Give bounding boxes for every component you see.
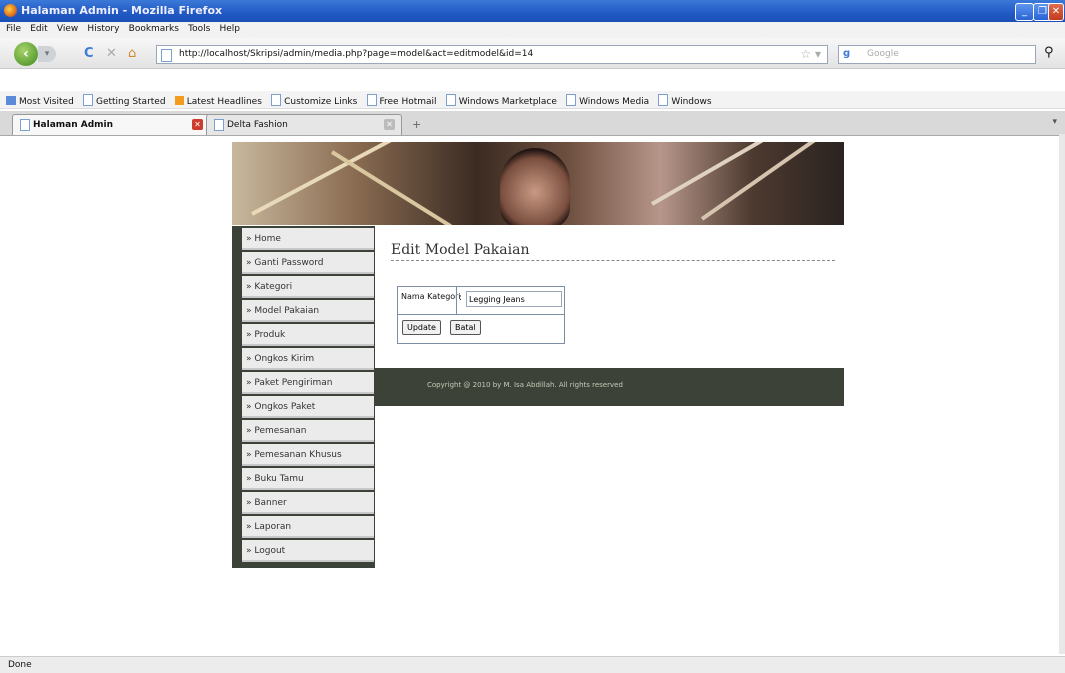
page-icon [366,94,377,106]
sidebar-item-paket-pengiriman[interactable]: » Paket Pengiriman [242,372,374,394]
bookmark-windows-media[interactable]: Windows Media [566,94,649,107]
sidebar-item-home[interactable]: » Home [242,228,374,250]
model-photo [500,148,570,225]
sidebar-item-pemesanan[interactable]: » Pemesanan [242,420,374,442]
cancel-button[interactable]: Batal [450,320,481,335]
close-window-button[interactable]: ✕ [1048,3,1064,21]
page-icon [658,94,669,106]
bookmark-getting-started[interactable]: Getting Started [82,94,166,107]
tab-list-icon[interactable]: ▾ [1052,117,1057,127]
category-name-input[interactable] [466,291,562,307]
table-divider [398,314,564,315]
most-visited-icon [6,96,16,105]
url-text[interactable]: http://localhost/Skripsi/admin/media.php… [179,49,533,59]
back-button[interactable]: ‹ [14,42,38,66]
tab-label: Halaman Admin [33,120,114,130]
tab-bar: Halaman Admin ✕ Delta Fashion ✕ + ▾ [0,111,1065,136]
tab-delta-fashion[interactable]: Delta Fashion ✕ [206,114,402,135]
tab-halaman-admin[interactable]: Halaman Admin ✕ [12,114,210,135]
search-placeholder: Google [867,49,899,59]
close-tab-icon[interactable]: ✕ [384,119,395,130]
bookmarks-toolbar: Most Visited Getting Started Latest Head… [0,91,1065,109]
page-icon [445,94,456,106]
menu-history[interactable]: History [87,24,119,34]
window-titlebar: Halaman Admin - Mozilla Firefox _ ❐ ✕ [0,0,1065,22]
main-content: Edit Model Pakaian Nama Kategori : Updat… [375,226,844,368]
stop-icon[interactable]: ✕ [106,47,117,60]
copyright-text: Copyright @ 2010 by M. Isa Abdillah. All… [427,381,623,389]
admin-sidebar: » Home » Ganti Password » Kategori » Mod… [232,226,375,568]
menu-help[interactable]: Help [219,24,240,34]
menu-file[interactable]: File [6,24,21,34]
status-text: Done [8,660,32,670]
bookmark-windows-marketplace[interactable]: Windows Marketplace [445,94,557,107]
menu-edit[interactable]: Edit [30,24,47,34]
minimize-button[interactable]: _ [1015,3,1034,21]
sidebar-item-pemesanan-khusus[interactable]: » Pemesanan Khusus [242,444,374,466]
sidebar-item-logout[interactable]: » Logout [242,540,374,562]
edit-form: Nama Kategori : Update Batal [397,286,565,344]
bookmark-latest-headlines[interactable]: Latest Headlines [174,96,262,107]
menu-bar: File Edit View History Bookmarks Tools H… [0,22,1065,38]
tab-label: Delta Fashion [227,120,288,130]
status-bar: Done [0,656,1065,673]
page-icon [20,119,30,131]
history-dropdown-button[interactable]: ▾ [38,46,56,62]
page-title: Edit Model Pakaian [391,242,530,258]
navigation-toolbar: ‹ ▾ C ✕ ⌂ http://localhost/Skripsi/admin… [0,38,1065,69]
bookmark-star-icon[interactable]: ☆ ▾ [800,47,821,61]
sidebar-item-produk[interactable]: » Produk [242,324,374,346]
sidebar-item-laporan[interactable]: » Laporan [242,516,374,538]
page-icon [566,94,577,106]
title-divider [391,260,835,261]
page-icon [214,119,224,131]
sidebar-item-ongkos-paket[interactable]: » Ongkos Paket [242,396,374,418]
reload-icon[interactable]: C [84,47,94,60]
menu-bookmarks[interactable]: Bookmarks [129,24,179,34]
search-engine-icon[interactable]: g [843,48,850,59]
bookmark-free-hotmail[interactable]: Free Hotmail [366,94,437,107]
page-icon [82,94,93,106]
sidebar-item-buku-tamu[interactable]: » Buku Tamu [242,468,374,490]
page-icon [271,94,282,106]
search-icon[interactable]: ⚲ [1044,46,1054,59]
sidebar-item-model-pakaian[interactable]: » Model Pakaian [242,300,374,322]
new-tab-icon[interactable]: + [412,118,421,131]
category-name-label: Nama Kategori [401,292,461,301]
update-button[interactable]: Update [402,320,441,335]
bookmark-customize-links[interactable]: Customize Links [271,94,357,107]
search-box[interactable]: g Google [838,45,1036,64]
page-icon [161,49,172,62]
sidebar-item-ongkos-kirim[interactable]: » Ongkos Kirim [242,348,374,370]
page-scrollbar[interactable] [1059,134,1065,654]
menu-view[interactable]: View [57,24,78,34]
sidebar-item-banner[interactable]: » Banner [242,492,374,514]
table-divider [456,287,457,314]
header-banner [232,142,844,225]
sidebar-item-ganti-password[interactable]: » Ganti Password [242,252,374,274]
close-tab-icon[interactable]: ✕ [192,119,203,130]
sidebar-item-kategori[interactable]: » Kategori [242,276,374,298]
window-title: Halaman Admin - Mozilla Firefox [21,4,223,17]
bookmark-most-visited[interactable]: Most Visited [6,96,74,107]
rss-icon [174,96,184,105]
firefox-icon [4,4,17,17]
admin-page: » Home » Ganti Password » Kategori » Mod… [232,142,844,568]
menu-tools[interactable]: Tools [188,24,210,34]
page-footer: Copyright @ 2010 by M. Isa Abdillah. All… [375,368,844,406]
colon-separator: : [459,293,463,303]
bookmark-windows[interactable]: Windows [658,94,712,107]
url-bar[interactable]: http://localhost/Skripsi/admin/media.php… [156,45,828,64]
home-icon[interactable]: ⌂ [128,47,136,60]
